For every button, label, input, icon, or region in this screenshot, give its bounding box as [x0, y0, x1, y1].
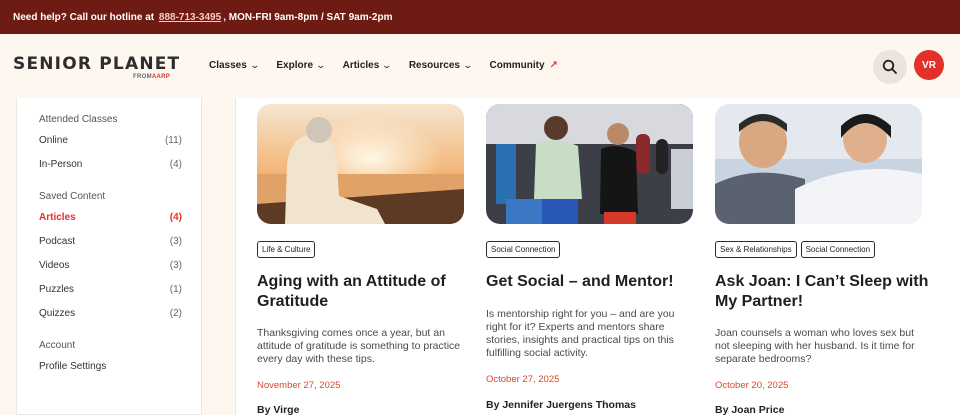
article-image-sunset[interactable]: [257, 104, 464, 224]
nav-classes-label: Classes: [209, 60, 247, 71]
article-byline: By Virge: [257, 404, 300, 415]
tag-badge[interactable]: Social Connection: [800, 241, 876, 258]
nav-explore-label: Explore: [276, 60, 314, 71]
article-date: November 27, 2025: [257, 380, 341, 391]
article-image-couple-bed[interactable]: [715, 104, 922, 224]
sidebar-item-count: (3): [169, 260, 182, 271]
article-date: October 27, 2025: [486, 374, 560, 385]
article-excerpt: Joan counsels a woman who loves sex but …: [715, 327, 915, 365]
nav-articles[interactable]: Articles ⌄: [342, 60, 393, 71]
article-title[interactable]: Get Social – and Mentor!: [486, 272, 701, 292]
sidebar-item-label: Videos: [39, 260, 70, 271]
nav-community[interactable]: Community ↗: [490, 60, 558, 71]
attended-classes-heading: Attended Classes: [39, 114, 118, 125]
logo-from-aarp: FROMAARP: [133, 74, 170, 80]
sidebar-item-label: Podcast: [39, 236, 76, 247]
hotline-hours: , MON-FRI 9am-8pm / SAT 9am-2pm: [223, 11, 393, 23]
tag-badge[interactable]: Life & Culture: [257, 241, 316, 258]
sidebar-item-online[interactable]: Online (11): [39, 135, 182, 146]
sidebar-item-count: (4): [169, 159, 182, 170]
chevron-down-icon: ⌄: [381, 60, 393, 70]
tag-list: Life & Culture: [257, 241, 316, 258]
article-excerpt: Is mentorship right for you – and are yo…: [486, 308, 675, 359]
logo-from-text: FROM: [133, 74, 152, 80]
nav-explore[interactable]: Explore ⌄: [276, 60, 327, 71]
article-title[interactable]: Aging with an Attitude of Gratitude: [257, 272, 472, 312]
article-byline: By Joan Price: [715, 404, 785, 415]
article-byline: By Jennifer Juergens Thomas: [486, 399, 636, 411]
sidebar-item-podcast[interactable]: Podcast (3): [39, 236, 182, 247]
sidebar-item-label: Quizzes: [39, 308, 76, 319]
main-nav: Classes ⌄ Explore ⌄ Articles ⌄ Resources ⌄ C…: [209, 60, 576, 71]
senior-planet-logo[interactable]: SENIOR PLANET: [13, 54, 180, 74]
article-card[interactable]: Sex & Relationships Social Connection As…: [715, 104, 928, 415]
user-avatar[interactable]: VR: [914, 50, 944, 80]
nav-resources[interactable]: Resources ⌄: [408, 60, 474, 71]
sidebar-item-label: Articles: [39, 212, 76, 223]
external-link-icon: ↗: [549, 60, 558, 71]
article-card[interactable]: Social Connection Get Social – and Mento…: [486, 104, 694, 411]
sidebar-item-label: Profile Settings: [39, 361, 107, 372]
article-image-gym[interactable]: [486, 104, 693, 224]
hotline-phone-link[interactable]: 888-713-3495: [159, 12, 221, 23]
sidebar-item-count: (11): [164, 135, 182, 146]
saved-articles-grid: Life & Culture Aging with an Attitude of…: [235, 98, 960, 415]
search-icon: [882, 59, 897, 74]
article-title[interactable]: Ask Joan: I Can’t Sleep with My Partner!: [715, 272, 930, 312]
chevron-down-icon: ⌄: [315, 60, 327, 70]
chevron-down-icon: ⌄: [249, 60, 260, 70]
nav-articles-label: Articles: [342, 60, 380, 71]
sidebar-item-label: Puzzles: [39, 284, 75, 295]
nav-community-label: Community: [489, 60, 545, 71]
sidebar-item-count: (4): [169, 212, 182, 223]
sidebar-item-count: (1): [169, 284, 182, 295]
chevron-down-icon: ⌄: [462, 60, 474, 70]
nav-classes[interactable]: Classes ⌄: [209, 60, 260, 71]
tag-list: Sex & Relationships Social Connection: [715, 241, 876, 258]
tag-list: Social Connection: [486, 241, 561, 258]
saved-content-heading: Saved Content: [39, 191, 106, 202]
tag-badge[interactable]: Social Connection: [486, 241, 561, 258]
sidebar-item-profile-settings[interactable]: Profile Settings: [39, 361, 182, 372]
hotline-banner: Need help? Call our hotline at 888-713-3…: [0, 0, 960, 34]
aarp-brand: AARP: [151, 74, 171, 80]
sidebar-item-puzzles[interactable]: Puzzles (1): [39, 284, 182, 295]
account-sidebar: Attended Classes Online (11) In-Person (…: [16, 98, 202, 415]
sidebar-item-articles[interactable]: Articles (4): [39, 212, 182, 223]
sidebar-item-in-person[interactable]: In-Person (4): [39, 159, 182, 170]
sidebar-item-count: (2): [169, 308, 182, 319]
article-card[interactable]: Life & Culture Aging with an Attitude of…: [257, 104, 465, 415]
sidebar-item-label: Online: [39, 135, 68, 146]
article-date: October 20, 2025: [715, 380, 789, 391]
search-button[interactable]: [873, 50, 907, 84]
sidebar-item-label: In-Person: [39, 159, 83, 170]
account-heading: Account: [39, 340, 76, 351]
sidebar-item-count: (3): [169, 236, 182, 247]
site-header: SENIOR PLANET FROMAARP Classes ⌄ Explore ⌄…: [0, 34, 960, 98]
hotline-prefix: Need help? Call our hotline at: [13, 11, 155, 23]
tag-badge[interactable]: Sex & Relationships: [715, 241, 797, 258]
sidebar-item-quizzes[interactable]: Quizzes (2): [39, 308, 182, 319]
article-excerpt: Thanksgiving comes once a year, but an a…: [257, 327, 461, 365]
sidebar-item-videos[interactable]: Videos (3): [39, 260, 182, 271]
nav-resources-label: Resources: [408, 60, 460, 71]
